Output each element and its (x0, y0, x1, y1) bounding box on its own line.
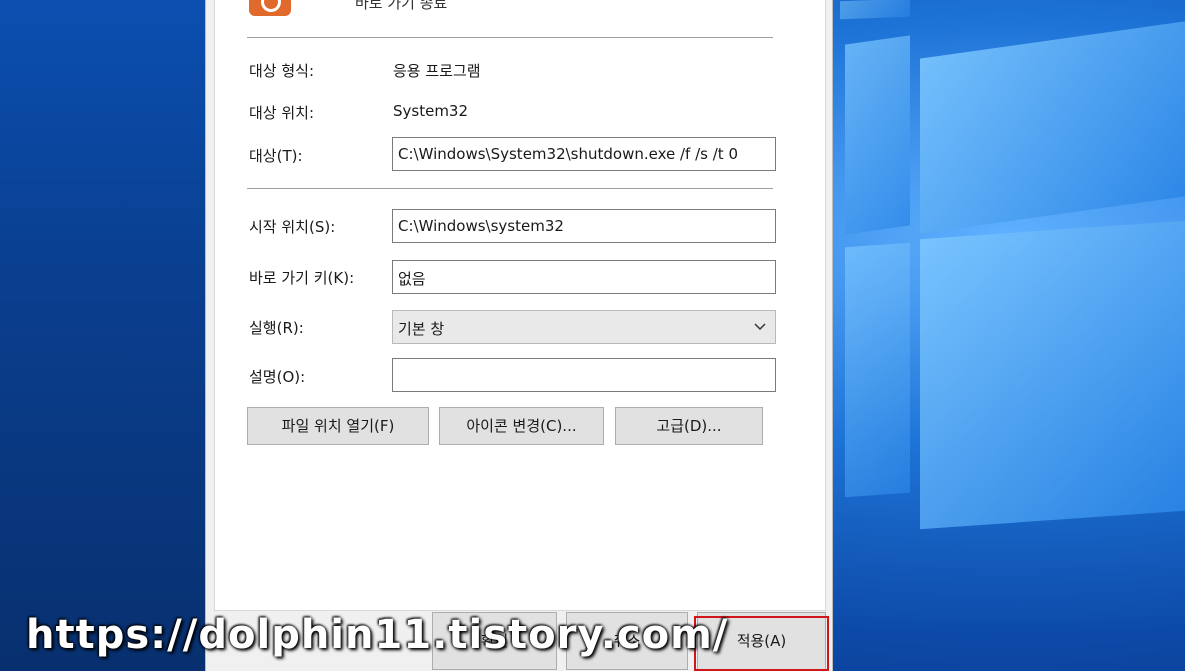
shortcut-key-input[interactable]: 없음 (392, 260, 776, 294)
run-label: 실행(R): (249, 319, 304, 337)
open-file-location-button[interactable]: 파일 위치 열기(F) (247, 407, 429, 445)
chevron-down-icon (754, 323, 766, 331)
shortcut-name: 바로 가기 종료 (355, 0, 448, 12)
wallpaper-window-pane (920, 220, 1185, 530)
watermark-url: https://dolphin11.tistory.com/ (26, 612, 729, 658)
wallpaper-window-pane (845, 35, 910, 235)
comment-input[interactable] (392, 358, 776, 392)
target-location-label: 대상 위치: (249, 104, 315, 122)
target-label: 대상(T): (249, 147, 303, 165)
wallpaper-window-pane (845, 242, 910, 498)
advanced-button[interactable]: 고급(D)... (615, 407, 763, 445)
shutdown-app-icon (249, 0, 291, 16)
wallpaper-window-pane (840, 0, 910, 20)
target-type-value: 응용 프로그램 (393, 62, 481, 80)
run-select-value: 기본 창 (398, 320, 445, 338)
shortcut-properties-dialog: 바로 가기 종료 대상 형식: 응용 프로그램 대상 위치: System32 … (205, 0, 833, 671)
change-icon-button[interactable]: 아이콘 변경(C)... (439, 407, 604, 445)
target-location-value: System32 (393, 102, 469, 120)
run-select[interactable]: 기본 창 (392, 310, 776, 344)
wallpaper-window-pane (920, 21, 1185, 234)
comment-label: 설명(O): (249, 368, 306, 386)
target-type-label: 대상 형식: (249, 62, 315, 80)
separator (247, 37, 773, 38)
shortcut-key-label: 바로 가기 키(K): (249, 269, 355, 287)
separator (247, 188, 773, 189)
start-in-input[interactable]: C:\Windows\system32 (392, 209, 776, 243)
target-input[interactable]: C:\Windows\System32\shutdown.exe /f /s /… (392, 137, 776, 171)
wallpaper-left-area (0, 0, 210, 671)
shortcut-tab-panel: 바로 가기 종료 대상 형식: 응용 프로그램 대상 위치: System32 … (214, 0, 826, 611)
start-in-label: 시작 위치(S): (249, 218, 336, 236)
